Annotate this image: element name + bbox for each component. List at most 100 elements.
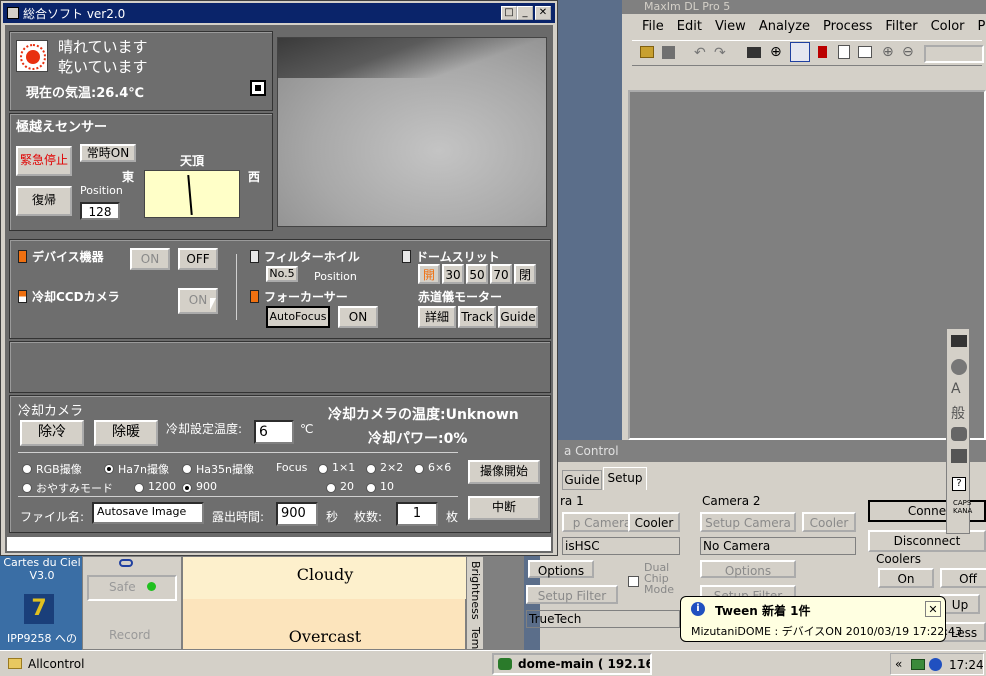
start-capture-button[interactable]: 撮像開始 [468,460,540,484]
eq-track-button[interactable]: Track [458,306,496,328]
ime-icon[interactable]: A [951,381,961,397]
reset-button[interactable]: 復帰 [16,186,72,216]
menu-file[interactable]: File [642,19,664,34]
focuser-on-button[interactable]: ON [338,306,378,328]
close-button[interactable]: ✕ [535,6,551,20]
device-off-button[interactable]: OFF [178,248,218,270]
minimize-button[interactable]: _ [517,6,533,20]
menu-analyze[interactable]: Analyze [759,19,810,34]
taskbar-allcontrol[interactable]: Allcontrol [2,653,488,675]
camera-temp-status: 冷却カメラの温度:Unknown [328,407,519,423]
ipp-shortcut-label[interactable]: IPP9258 への [2,630,82,646]
taskbar-dome-main[interactable]: dome-main ( 192.16... [492,653,652,675]
focus-2x2-radio[interactable] [366,464,376,474]
gear-icon[interactable] [951,359,967,375]
exp-900-radio[interactable] [182,483,192,493]
menu-filter[interactable]: Filter [885,19,917,34]
zoom-select[interactable] [924,45,984,63]
cooler2-button[interactable]: Cooler [802,512,856,532]
cooler1-button[interactable]: Cooler [628,512,680,532]
focus-1x1-radio[interactable] [318,464,328,474]
camera-icon[interactable] [790,42,810,62]
slit-50-button[interactable]: 50 [466,264,488,284]
menu-view[interactable]: View [715,19,746,34]
network-icon[interactable] [911,659,925,670]
save-icon[interactable] [662,46,675,59]
setup-camera2-button[interactable]: Setup Camera [700,512,796,532]
lock-icon[interactable] [818,46,827,58]
notification-close-icon[interactable]: ✕ [925,601,941,617]
restore-button[interactable]: □ [501,6,517,20]
slit-open-button[interactable]: 開 [418,264,440,284]
tray-expand-chevron[interactable]: « [895,657,902,671]
ipp-shortcut-icon[interactable]: 7 [24,594,54,624]
document-icon[interactable] [838,45,850,59]
meridian-needle [187,174,193,216]
tab-setup[interactable]: Setup [603,467,647,490]
coolers-off-button[interactable]: Off [940,568,986,588]
autofocus-button[interactable]: AutoFocus [266,306,330,328]
general-icon[interactable]: 般 [951,403,965,423]
slit-30-button[interactable]: 30 [442,264,464,284]
file-name-field[interactable]: Autosave Image [92,502,204,524]
slit-70-button[interactable]: 70 [490,264,512,284]
keyboard-icon[interactable] [951,335,967,347]
window-icon[interactable] [858,46,872,58]
cool-button[interactable]: 除冷 [20,420,84,446]
hand-icon[interactable] [951,427,967,441]
always-on-button[interactable]: 常時ON [80,144,136,162]
mode-ha7n-radio[interactable] [104,464,114,474]
open-icon[interactable] [640,46,654,58]
overcast-label: Overcast [288,627,362,646]
menu-process[interactable]: Process [823,19,872,34]
tween-tray-icon[interactable] [929,658,942,671]
focus-2x2-label: 2×2 [380,461,404,474]
stop-capture-button[interactable]: 中断 [468,496,540,520]
mode-rgb-radio[interactable] [22,464,32,474]
options2-button[interactable]: Options [700,560,796,578]
warm-button[interactable]: 除暖 [94,420,158,446]
image-icon[interactable] [747,47,761,58]
eq-guide-button[interactable]: Guide [498,306,538,328]
gray-strip [484,556,524,650]
focus-label: Focus [276,461,308,474]
notification-balloon[interactable]: i Tween 新着 1件 ✕ MizutaniDOME : デバイスON 20… [680,596,962,642]
zoom-in-icon[interactable]: ⊕ [882,44,894,60]
emergency-stop-button[interactable]: 緊急停止 [16,146,72,176]
menu-plugin[interactable]: Plug-in [978,19,986,34]
count-field[interactable]: 1 [396,502,438,526]
focus-20-radio[interactable] [326,483,336,493]
tem-tab[interactable]: Tem [469,627,482,649]
redo-icon[interactable]: ↷ [714,45,726,61]
set-temp-field[interactable]: 6 [254,420,294,444]
eq-detail-button[interactable]: 詳細 [418,306,456,328]
mode-sleep-radio[interactable] [22,483,32,493]
tab-guide[interactable]: Guide [562,470,602,490]
zoom-out-icon[interactable]: ⊖ [902,44,914,60]
slit-close-button[interactable]: 閉 [514,264,536,284]
mode-ha35n-radio[interactable] [182,464,192,474]
help-icon[interactable]: ? [952,477,966,491]
sun-icon [16,40,48,72]
position-field[interactable]: 128 [80,202,120,220]
notification-title: Tween 新着 1件 [715,604,811,618]
crosshair-icon[interactable]: ⊕ [770,44,782,60]
warmup-button[interactable]: Up [940,594,980,614]
dual-chip-label: Dual Chip Mode [644,561,674,596]
box-icon[interactable] [951,449,967,463]
focus-6x6-radio[interactable] [414,464,424,474]
undo-icon[interactable]: ↶ [694,45,706,61]
exposure-field[interactable]: 900 [276,502,318,526]
options1-button[interactable]: Options [528,560,594,578]
menu-color[interactable]: Color [931,19,965,34]
setup-filter1-button[interactable]: Setup Filter [526,585,618,604]
kana-icon[interactable]: CAPS KANA [953,499,972,515]
device-on-button[interactable]: ON [130,248,170,270]
dual-chip-checkbox[interactable] [628,576,639,587]
focus-10-radio[interactable] [366,483,376,493]
coolers-on-button[interactable]: On [878,568,934,588]
brightness-tab[interactable]: Brightness [469,561,482,620]
exp-1200-radio[interactable] [134,483,144,493]
weather-toggle[interactable] [250,80,266,96]
menu-edit[interactable]: Edit [677,19,702,34]
